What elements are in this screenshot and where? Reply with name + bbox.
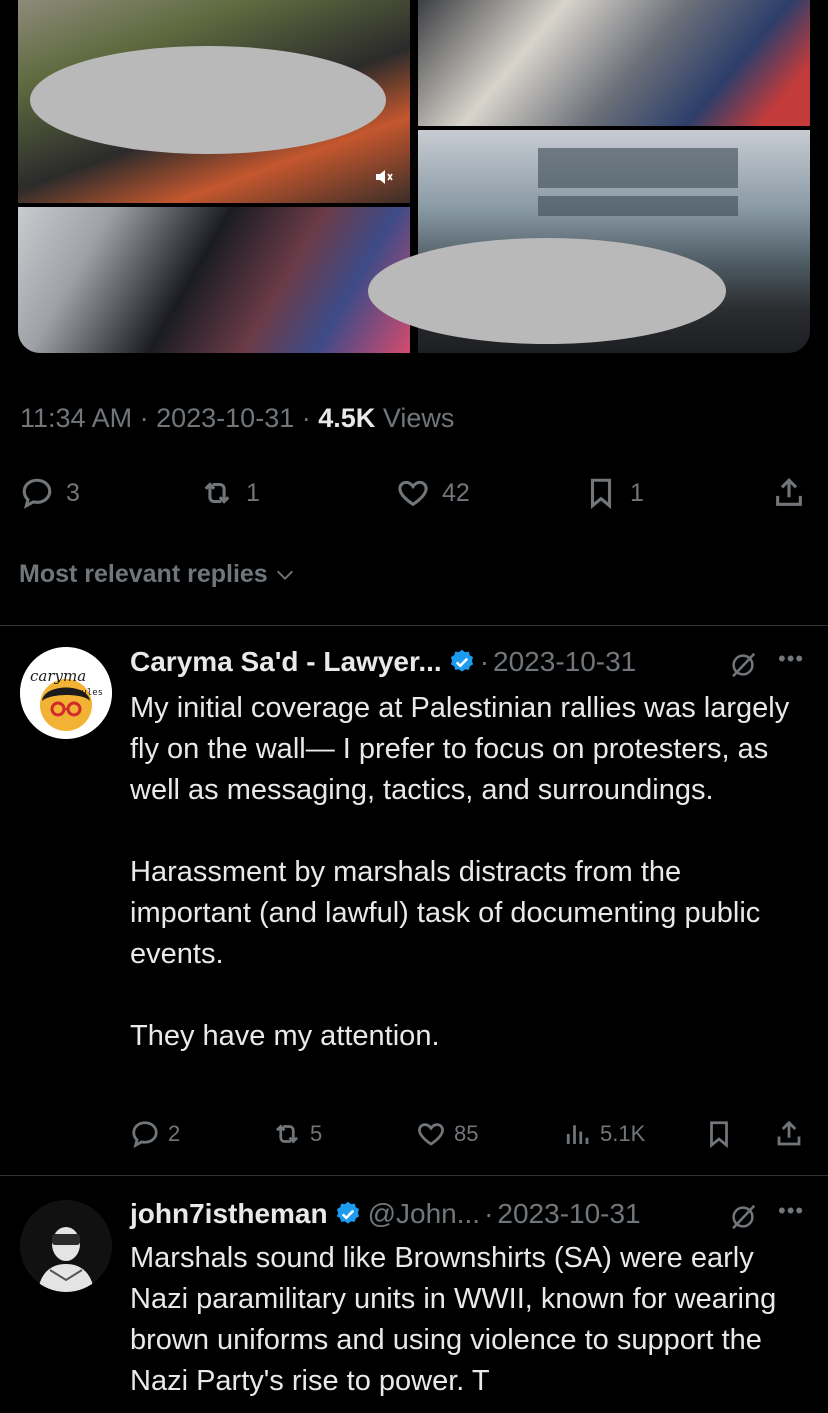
more-options-icon[interactable]: ••• — [778, 1198, 804, 1224]
svg-text:caryma: caryma — [30, 667, 86, 685]
views-button[interactable]: 5.1K — [562, 1114, 645, 1154]
media-photo-2[interactable] — [418, 0, 810, 126]
reply-text: My initial coverage at Palestinian ralli… — [130, 692, 790, 1052]
repost-button[interactable]: 5 — [272, 1114, 322, 1154]
repost-icon — [204, 482, 230, 504]
avatar[interactable]: caryma rules — [20, 647, 112, 739]
reply-item[interactable]: caryma rules Caryma Sa'd - Lawyer... · 2… — [0, 626, 828, 1175]
grok-icon[interactable] — [728, 650, 758, 680]
reply-date[interactable]: 2023-10-31 — [497, 1198, 640, 1230]
tweet-detail-page: 11:34 AM · 2023-10-31 · 4.5K Views 3 1 4… — [0, 0, 828, 1413]
share-button[interactable] — [774, 1114, 804, 1154]
reply-header: Caryma Sa'd - Lawyer... · 2023-10-31 — [130, 646, 637, 678]
grok-icon[interactable] — [728, 1202, 758, 1232]
tweet-date[interactable]: 2023-10-31 — [156, 403, 294, 433]
heart-icon — [398, 480, 428, 507]
author-name[interactable]: john7istheman — [130, 1198, 328, 1230]
reply-button[interactable]: 3 — [20, 470, 80, 516]
reply-text: Marshals sound like Brownshirts (SA) wer… — [130, 1242, 777, 1397]
blur-redaction — [368, 238, 726, 344]
reply-icon — [132, 1121, 158, 1148]
tweet-time[interactable]: 11:34 AM — [20, 403, 132, 433]
reply-button[interactable]: 2 — [130, 1114, 180, 1154]
heart-icon — [418, 1123, 444, 1146]
bookmark-icon — [710, 1121, 728, 1149]
media-photo-3[interactable] — [18, 207, 410, 353]
tweet-action-bar: 3 1 42 1 — [0, 470, 828, 516]
chevron-down-icon — [276, 570, 293, 580]
blur-redaction — [30, 46, 386, 154]
author-name[interactable]: Caryma Sa'd - Lawyer... — [130, 646, 442, 678]
tweet-meta: 11:34 AM · 2023-10-31 · 4.5K Views — [20, 403, 455, 433]
bookmark-icon — [590, 478, 612, 510]
bookmark-button[interactable]: 1 — [584, 470, 644, 516]
reply-date[interactable]: 2023-10-31 — [493, 646, 636, 678]
analytics-icon — [566, 1125, 589, 1144]
reply-item[interactable]: john7istheman @John... · 2023-10-31 ••• … — [0, 1176, 828, 1413]
share-icon — [777, 1120, 801, 1146]
repost-icon — [276, 1124, 298, 1144]
more-options-icon[interactable]: ••• — [778, 646, 804, 672]
bookmark-button[interactable] — [704, 1114, 734, 1154]
reply-header: john7istheman @John... · 2023-10-31 — [130, 1198, 641, 1230]
views-label: Views — [382, 403, 455, 433]
repost-button[interactable]: 1 — [200, 470, 260, 516]
mute-icon[interactable] — [374, 168, 396, 186]
avatar[interactable] — [20, 1200, 112, 1292]
replies-sort-dropdown[interactable]: Most relevant replies — [19, 560, 296, 589]
share-button[interactable] — [772, 470, 806, 516]
reply-icon — [22, 478, 52, 509]
verified-badge-icon[interactable] — [448, 648, 476, 676]
reply-action-bar: 2 5 85 5.1K — [0, 1114, 828, 1154]
author-handle[interactable]: @John... — [368, 1198, 480, 1230]
verified-badge-icon[interactable] — [334, 1200, 362, 1228]
like-button[interactable]: 85 — [416, 1114, 478, 1154]
like-button[interactable]: 42 — [396, 470, 470, 516]
share-icon — [776, 478, 802, 506]
svg-text:rules: rules — [76, 688, 103, 698]
views-count: 4.5K — [318, 403, 376, 433]
